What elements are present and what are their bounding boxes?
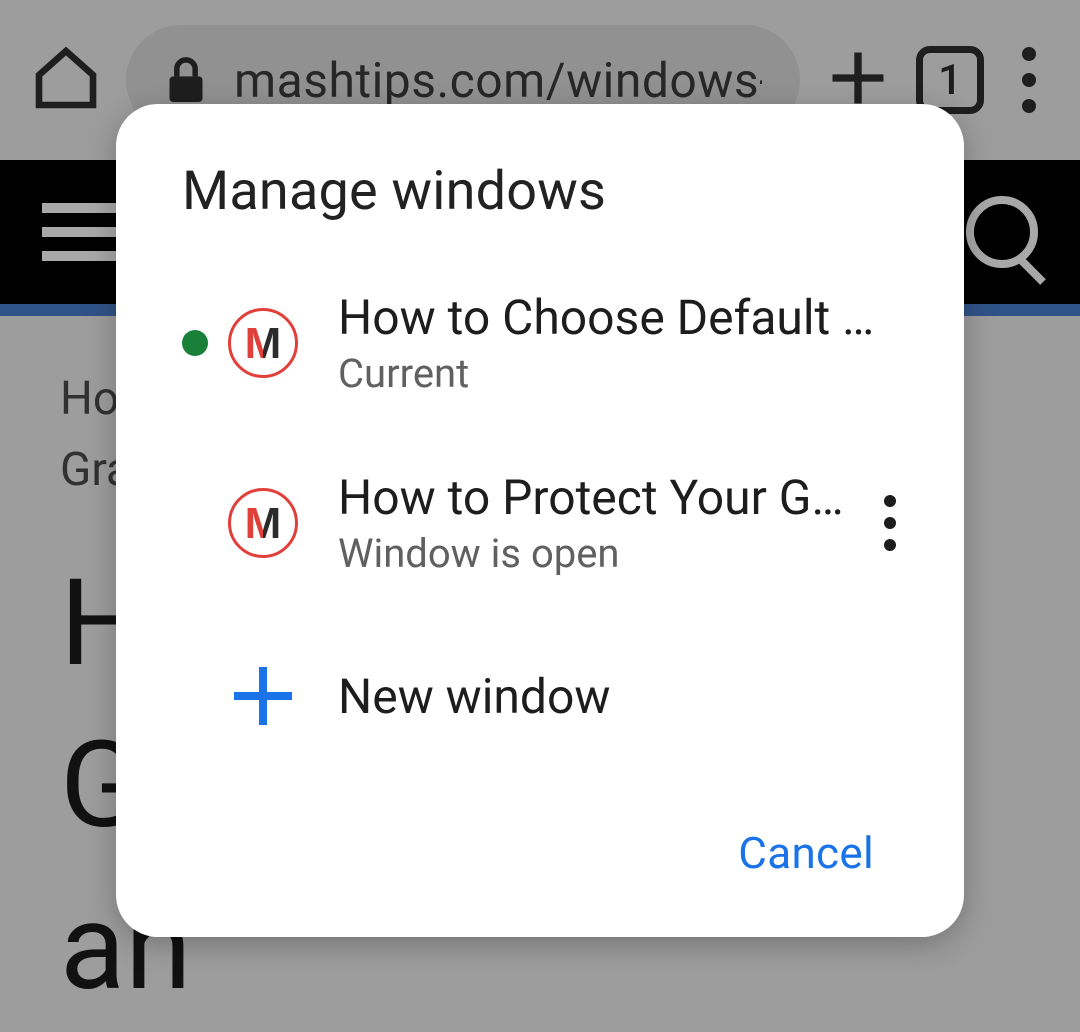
manage-windows-dialog: Manage windows M How to Choose Default …… bbox=[116, 104, 964, 937]
dialog-actions: Cancel bbox=[116, 787, 964, 889]
window-item-subtitle: Window is open bbox=[338, 530, 858, 577]
dialog-title: Manage windows bbox=[116, 160, 964, 253]
window-item-title: How to Choose Default … bbox=[338, 289, 902, 346]
window-item-subtitle: Current bbox=[338, 350, 902, 397]
new-window-item[interactable]: New window bbox=[116, 613, 964, 787]
plus-icon bbox=[228, 661, 298, 731]
favicon-icon: M bbox=[228, 488, 298, 558]
window-item-text: How to Protect Your Go… Window is open bbox=[338, 469, 858, 577]
window-item-overflow-icon[interactable] bbox=[878, 483, 902, 563]
favicon-icon: M bbox=[228, 308, 298, 378]
window-item[interactable]: M How to Protect Your Go… Window is open bbox=[116, 433, 964, 613]
new-window-label: New window bbox=[338, 668, 610, 725]
cancel-button[interactable]: Cancel bbox=[714, 817, 898, 889]
window-item-title: How to Protect Your Go… bbox=[338, 469, 858, 526]
window-item-text: How to Choose Default … Current bbox=[338, 289, 902, 397]
window-item-current[interactable]: M How to Choose Default … Current bbox=[116, 253, 964, 433]
current-indicator-dot bbox=[182, 330, 208, 356]
current-indicator-spacer bbox=[182, 510, 208, 536]
